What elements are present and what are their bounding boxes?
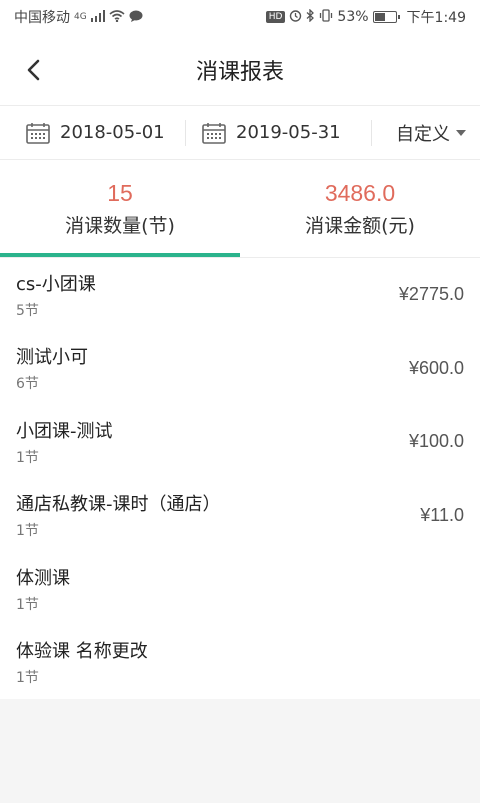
course-count: 5节 (16, 302, 39, 319)
back-button[interactable] (20, 56, 48, 84)
lesson-amount-value: 3486.0 (324, 179, 396, 206)
list-item-info: 体验课 名称更改 1节 (16, 637, 148, 687)
calendar-icon (26, 122, 50, 144)
course-list: cs-小团课 5节 ¥2775.0 测试小可 6节 ¥600.0 小团课-测试 … (0, 258, 480, 699)
status-left: 中国移动 4G (14, 7, 143, 27)
battery-percent: 53% (337, 9, 369, 25)
vibrate-icon (319, 9, 333, 25)
list-item[interactable]: 小团课-测试 1节 ¥100.0 (0, 405, 480, 479)
course-amount: ¥100.0 (408, 431, 464, 452)
course-count: 1节 (16, 670, 39, 687)
end-date-text: 2019-05-31 (236, 122, 341, 143)
chat-bubble-icon (129, 10, 143, 25)
start-date-text: 2018-05-01 (60, 122, 165, 143)
list-item-info: 体测课 1节 (16, 564, 70, 614)
calendar-icon (202, 122, 226, 144)
page-title: 消课报表 (195, 59, 284, 85)
caret-down-icon (456, 129, 466, 136)
status-right: HD 53% 下午1:49 (265, 7, 466, 27)
carrier-name: 中国移动 (14, 10, 70, 26)
battery-icon (372, 11, 400, 23)
summary-tabs: 15 消课数量(节) 3486.0 消课金额(元) (0, 160, 480, 258)
hd-badge: HD (265, 11, 286, 23)
date-filter-bar: 2018-05-01 2019-05-31 自定义 (0, 106, 480, 160)
course-name: 测试小可 (16, 347, 88, 369)
course-name: 小团课-测试 (16, 420, 113, 442)
course-name: 体验课 名称更改 (16, 641, 148, 663)
tab-lesson-amount[interactable]: 3486.0 消课金额(元) (240, 160, 480, 257)
tab-lesson-count[interactable]: 15 消课数量(节) (0, 160, 240, 257)
list-item[interactable]: cs-小团课 5节 ¥2775.0 (0, 258, 480, 332)
list-item[interactable]: 测试小可 6节 ¥600.0 (0, 332, 480, 406)
course-count: 1节 (16, 596, 39, 613)
list-item[interactable]: 通店私教课-课时（通店） 1节 ¥11.0 (0, 479, 480, 553)
range-mode-dropdown[interactable]: 自定义 (372, 120, 480, 146)
alarm-icon (289, 9, 302, 25)
course-amount: ¥2775.0 (398, 284, 464, 305)
clock-time: 下午1:49 (406, 10, 466, 26)
lesson-count-label: 消课数量(节) (65, 214, 175, 237)
network-type: 4G (74, 12, 87, 22)
bluetooth-icon (306, 8, 315, 25)
course-count: 6节 (16, 376, 39, 393)
start-date-picker[interactable]: 2018-05-01 (0, 119, 186, 146)
page-header: 消课报表 (0, 34, 480, 106)
list-item[interactable]: 体测课 1节 (0, 552, 480, 626)
status-bar: 中国移动 4G HD 53% 下午1:49 (0, 0, 480, 34)
wifi-icon (109, 9, 125, 25)
course-name: cs-小团课 (16, 273, 96, 295)
lesson-amount-label: 消课金额(元) (305, 214, 415, 237)
list-item-info: 测试小可 6节 (16, 343, 88, 393)
range-mode-label: 自定义 (396, 123, 450, 145)
signal-icon (90, 9, 105, 25)
course-amount: ¥600.0 (408, 357, 464, 378)
chevron-left-icon (27, 59, 40, 80)
course-name: 体测课 (16, 567, 70, 589)
list-item[interactable]: 体验课 名称更改 1节 (0, 626, 480, 700)
end-date-picker[interactable]: 2019-05-31 (186, 119, 372, 146)
lesson-count-value: 15 (107, 179, 133, 206)
course-count: 1节 (16, 449, 39, 466)
course-count: 1节 (16, 523, 39, 540)
list-item-info: 通店私教课-课时（通店） 1节 (16, 490, 221, 540)
list-item-info: cs-小团课 5节 (16, 270, 96, 320)
list-item-info: 小团课-测试 1节 (16, 417, 113, 467)
course-amount: ¥11.0 (420, 504, 464, 525)
course-name: 通店私教课-课时（通店） (16, 494, 221, 516)
